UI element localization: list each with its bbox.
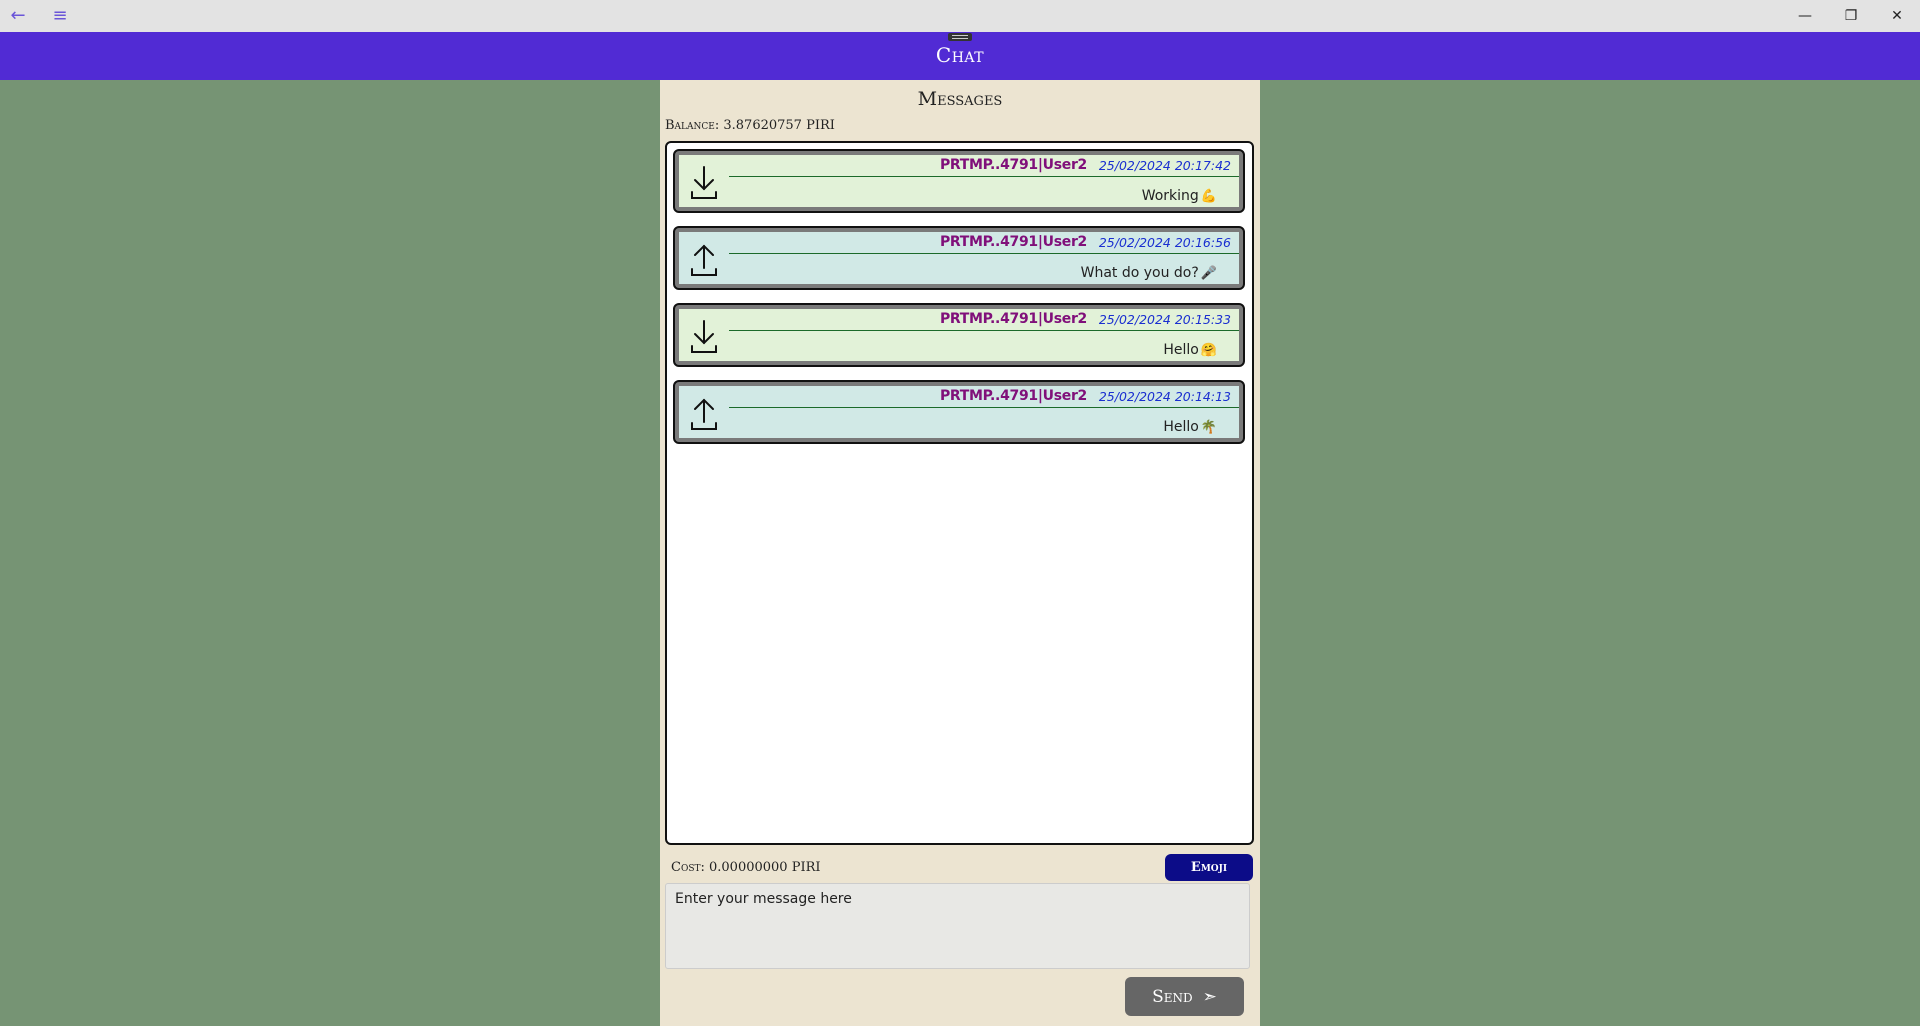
message-item[interactable]: PRTMP..4791|User2 25/02/2024 20:15:33 He… xyxy=(673,303,1245,367)
header-title: Chat xyxy=(935,43,985,67)
message-divider xyxy=(729,330,1239,331)
send-button-label: Send xyxy=(1152,986,1193,1007)
back-arrow-icon[interactable]: ← xyxy=(8,6,28,26)
palm-tree-emoji-icon: 🌴 xyxy=(1200,420,1217,435)
chat-panel: Messages Balance: 3.87620757 PIRI PRTMP.… xyxy=(660,80,1260,1026)
restore-button[interactable]: ❐ xyxy=(1828,0,1874,32)
message-timestamp: 25/02/2024 20:16:56 xyxy=(1098,235,1231,250)
message-body: Working 💪 xyxy=(1142,188,1217,204)
send-button[interactable]: Send ➣ xyxy=(1125,977,1244,1016)
message-body: Hello 🌴 xyxy=(1163,419,1217,435)
upload-icon xyxy=(691,398,717,430)
message-timestamp: 25/02/2024 20:17:42 xyxy=(1098,158,1231,173)
minimize-button[interactable]: — xyxy=(1782,0,1828,32)
upload-icon xyxy=(691,244,717,276)
message-text: Hello xyxy=(1163,419,1199,435)
message-body: Hello 🤗 xyxy=(1163,342,1217,358)
cost-label: Cost: 0.00000000 PIRI xyxy=(671,860,821,875)
message-item[interactable]: PRTMP..4791|User2 25/02/2024 20:16:56 Wh… xyxy=(673,226,1245,290)
app-header: Chat xyxy=(0,32,1920,80)
message-sender: PRTMP..4791|User2 xyxy=(939,157,1087,173)
drag-handle-icon[interactable] xyxy=(948,33,972,41)
message-body: What do you do? 🎤 xyxy=(1081,265,1217,281)
flexed-biceps-emoji-icon: 💪 xyxy=(1200,189,1217,204)
message-list[interactable]: PRTMP..4791|User2 25/02/2024 20:17:42 Wo… xyxy=(665,141,1254,845)
emoji-button[interactable]: Emoji xyxy=(1165,854,1253,881)
message-text: Working xyxy=(1141,188,1199,204)
send-arrow-icon: ➣ xyxy=(1202,986,1217,1007)
message-text: Hello xyxy=(1163,342,1199,358)
message-divider xyxy=(729,253,1239,254)
message-sender: PRTMP..4791|User2 xyxy=(939,388,1087,404)
page-title: Messages xyxy=(917,88,1003,110)
message-item[interactable]: PRTMP..4791|User2 25/02/2024 20:17:42 Wo… xyxy=(673,149,1245,213)
microphone-emoji-icon: 🎤 xyxy=(1200,266,1217,281)
message-divider xyxy=(729,176,1239,177)
window-titlebar: ← ≡ — ❐ ✕ xyxy=(0,0,1920,32)
message-sender: PRTMP..4791|User2 xyxy=(939,234,1087,250)
close-button[interactable]: ✕ xyxy=(1874,0,1920,32)
message-divider xyxy=(729,407,1239,408)
message-timestamp: 25/02/2024 20:14:13 xyxy=(1098,389,1231,404)
message-sender: PRTMP..4791|User2 xyxy=(939,311,1087,327)
balance-label: Balance: 3.87620757 PIRI xyxy=(665,118,835,133)
download-icon xyxy=(691,166,717,199)
message-input[interactable]: Enter your message here xyxy=(665,883,1250,969)
message-text: What do you do? xyxy=(1080,265,1199,281)
hugging-face-emoji-icon: 🤗 xyxy=(1200,343,1217,358)
download-icon xyxy=(691,320,717,353)
message-timestamp: 25/02/2024 20:15:33 xyxy=(1098,312,1231,327)
hamburger-menu-icon[interactable]: ≡ xyxy=(50,6,70,26)
message-item[interactable]: PRTMP..4791|User2 25/02/2024 20:14:13 He… xyxy=(673,380,1245,444)
message-input-placeholder: Enter your message here xyxy=(675,891,852,907)
